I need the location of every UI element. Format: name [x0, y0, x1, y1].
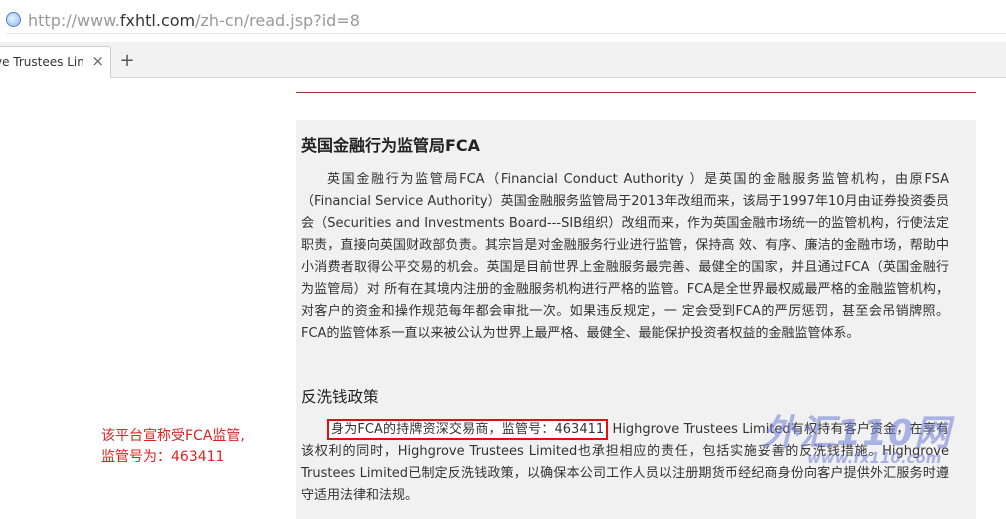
header-divider [296, 92, 976, 93]
tab-active[interactable]: ve Trustees Lin × [0, 46, 111, 78]
annotation-line-2: 监管号为：463411 [101, 449, 225, 465]
watermark-url: www.fx110.com [807, 449, 942, 467]
annotation-note: 该平台宣称受FCA监管, 监管号为：463411 [101, 426, 245, 468]
address-bar: http://www.fxhtl.com/zh-cn/read.jsp?id=8 [0, 0, 1006, 42]
watermark-logo: 外汇110网 www.fx110.com [762, 404, 962, 474]
url-text[interactable]: http://www.fxhtl.com/zh-cn/read.jsp?id=8 [28, 11, 360, 30]
close-icon[interactable]: × [91, 52, 104, 70]
tab-title: ve Trustees Lin [0, 55, 83, 69]
url-host: fxhtl.com [119, 11, 196, 30]
tab-bar: ve Trustees Lin × + [0, 42, 1006, 78]
article-title: 英国金融行为监管局FCA [301, 136, 481, 155]
paragraph-fca: 英国金融行为监管局FCA（Financial Conduct Authority… [301, 172, 949, 341]
annotation-line-1: 该平台宣称受FCA监管, [101, 428, 245, 444]
section-title-aml: 反洗钱政策 [301, 388, 379, 406]
highlighted-license-text: 身为FCA的持牌资深交易商，监管号：463411 [327, 419, 609, 440]
globe-icon [6, 12, 21, 27]
url-path: /zh-cn/read.jsp?id=8 [195, 11, 360, 30]
new-tab-button[interactable]: + [114, 49, 140, 73]
url-prefix: http://www. [28, 11, 120, 30]
